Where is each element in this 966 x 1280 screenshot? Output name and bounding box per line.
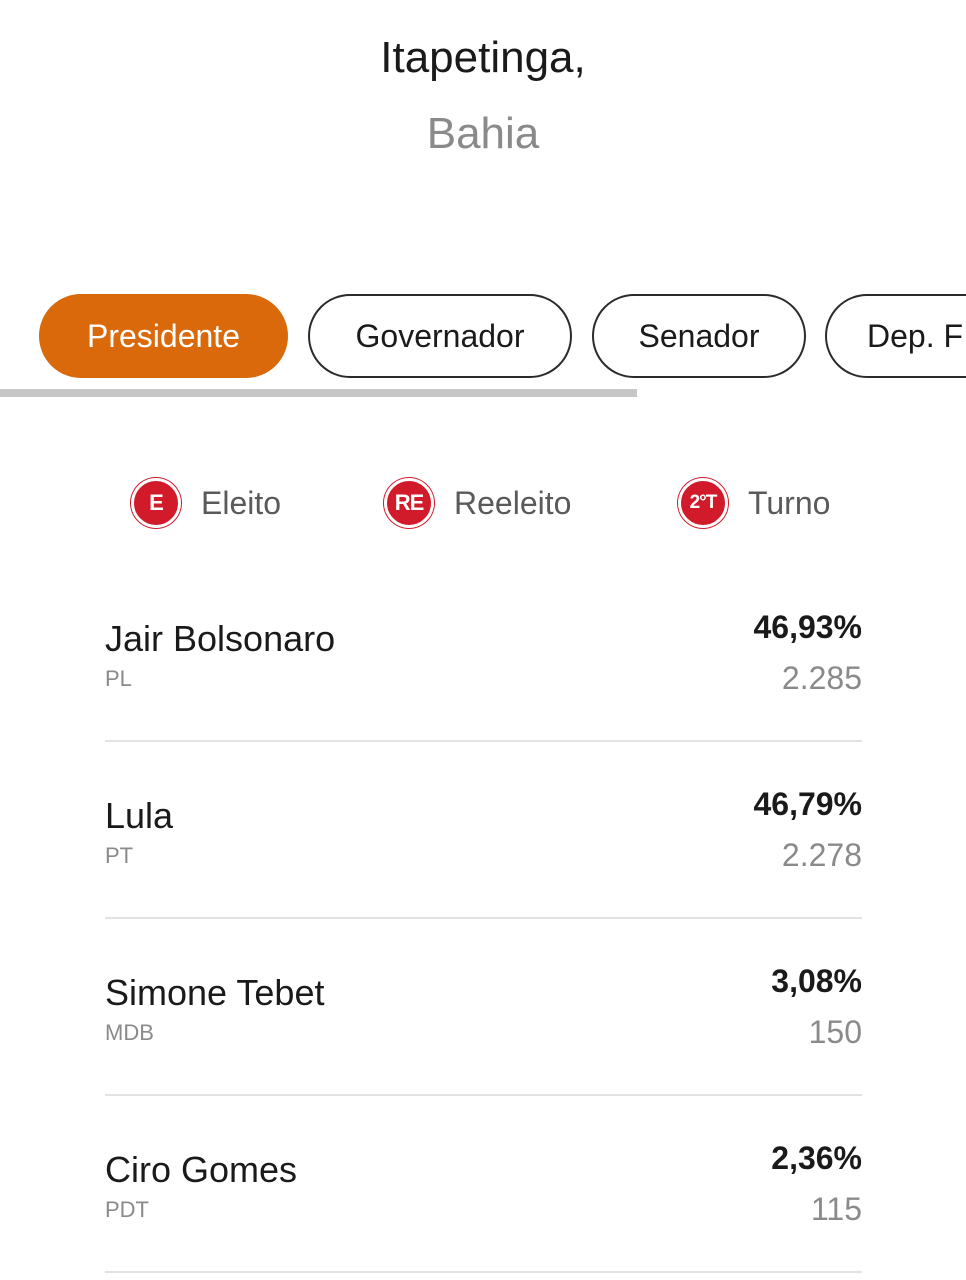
candidate-name: Ciro Gomes [105, 1149, 298, 1190]
results-page: Itapetinga, Bahia Presidente Governador … [0, 0, 966, 1280]
candidate-percent: 46,93% [753, 609, 862, 645]
candidate-votes: 115 [810, 1191, 862, 1227]
candidate-percent: 3,08% [771, 963, 862, 999]
legend-item-turno: 2°T Turno [678, 478, 830, 528]
candidate-name: Simone Tebet [105, 972, 325, 1013]
reelected-badge-icon: RE [384, 478, 434, 528]
legend-label-eleito: Eleito [201, 484, 282, 521]
legend: E Eleito RE Reeleito 2°T Turno [0, 478, 966, 528]
candidate-votes: 150 [808, 1014, 862, 1050]
city-name: Itapetinga, [380, 33, 586, 82]
candidate-row[interactable]: Jair Bolsonaro PL 46,93% 2.285 [105, 565, 862, 742]
candidate-votes: 2.285 [781, 660, 862, 696]
candidate-row[interactable]: Lula PT 46,79% 2.278 [105, 742, 862, 919]
legend-item-reeleito: RE Reeleito [384, 478, 571, 528]
candidate-row[interactable]: Simone Tebet MDB 3,08% 150 [105, 919, 862, 1096]
candidate-name: Jair Bolsonaro [105, 618, 336, 659]
tab-presidente[interactable]: Presidente [39, 294, 288, 378]
candidate-party: PL [105, 666, 132, 691]
tab-governador[interactable]: Governador [308, 294, 572, 378]
location-header: Itapetinga, Bahia [0, 28, 966, 164]
candidate-party: PT [105, 843, 134, 868]
candidate-name: Lula [105, 795, 174, 836]
legend-label-reeleito: Reeleito [454, 484, 572, 521]
candidate-party: PDT [105, 1197, 149, 1222]
office-tabs: Presidente Governador Senador Dep. F [0, 294, 966, 404]
legend-item-eleito: E Eleito [131, 478, 281, 528]
elected-badge-icon: E [131, 478, 181, 528]
second-round-badge-icon: 2°T [678, 478, 728, 528]
candidate-row[interactable]: Ciro Gomes PDT 2,36% 115 [105, 1096, 862, 1273]
state-name: Bahia [426, 109, 540, 158]
candidate-percent: 2,36% [771, 1140, 862, 1176]
candidate-percent: 46,79% [753, 786, 862, 822]
tab-deputado-federal[interactable]: Dep. F [825, 294, 966, 378]
tabs-scrollbar[interactable] [0, 389, 637, 397]
legend-label-turno: Turno [748, 484, 831, 521]
candidate-results-list: Jair Bolsonaro PL 46,93% 2.285 Lula PT 4… [105, 565, 862, 1273]
tab-senador[interactable]: Senador [592, 294, 806, 378]
candidate-party: MDB [105, 1020, 154, 1045]
candidate-votes: 2.278 [781, 837, 862, 873]
